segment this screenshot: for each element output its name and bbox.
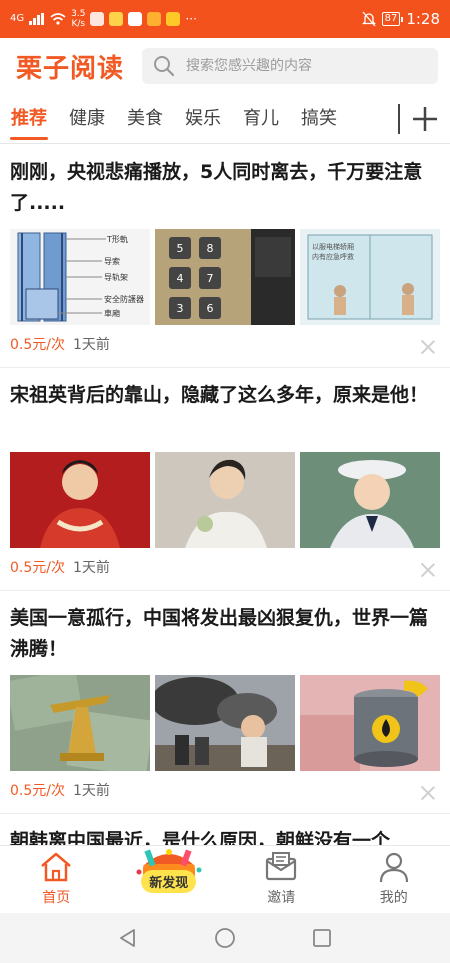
elevator-buttons-image: 5 8 4 7 3 6 bbox=[155, 229, 295, 325]
back-icon[interactable] bbox=[117, 927, 139, 949]
dismiss-icon[interactable] bbox=[420, 785, 436, 801]
publish-time: 1天前 bbox=[72, 783, 110, 799]
elevator-diagram-image: T形軌 导索 导轨架 安全防護器 車廂 bbox=[10, 229, 150, 325]
article-meta: 0.5元/次 1天前 bbox=[10, 548, 440, 586]
elevator-floor-button: 6 bbox=[207, 302, 214, 315]
status-bar: 4G 3.5 K/s ··· 87 1:28 bbox=[0, 0, 450, 38]
elevator-floor-button: 4 bbox=[177, 272, 184, 285]
elevator-floor-button: 5 bbox=[177, 242, 184, 255]
elevator-floor-button: 8 bbox=[207, 242, 214, 255]
reward-price: 0.5元/次 bbox=[10, 337, 65, 353]
tab-food[interactable]: 美食 bbox=[116, 94, 174, 144]
dismiss-icon[interactable] bbox=[420, 562, 436, 578]
nav-home[interactable]: 首页 bbox=[0, 846, 113, 913]
nav-discover[interactable]: 新发现 bbox=[113, 846, 226, 913]
tab-funny[interactable]: 搞笑 bbox=[290, 94, 348, 144]
home-icon bbox=[41, 852, 72, 882]
plus-icon bbox=[413, 107, 437, 131]
sketch-label: 以服电梯轿厢 bbox=[312, 242, 354, 251]
nav-invite-label: 邀请 bbox=[267, 890, 296, 906]
status-right: 87 1:28 bbox=[361, 10, 440, 28]
diagram-label: 导索 bbox=[104, 256, 120, 266]
article-card-partial[interactable]: 朝韩离中国最近，是什么原因，朝鲜没有一个 bbox=[0, 814, 450, 845]
signal-label: 4G bbox=[10, 13, 25, 24]
search-bar[interactable] bbox=[142, 48, 438, 84]
nav-home-label: 首页 bbox=[42, 890, 71, 906]
article-card[interactable]: 宋祖英背后的靠山，隐藏了这么多年，原来是他！ 0.5元/次 1天前 bbox=[0, 368, 450, 591]
money-oil-pump-image bbox=[10, 675, 150, 771]
wifi-icon bbox=[50, 13, 66, 25]
search-input[interactable] bbox=[186, 58, 428, 74]
reward-price: 0.5元/次 bbox=[10, 783, 65, 799]
tab-parenting[interactable]: 育儿 bbox=[232, 94, 290, 144]
article-title[interactable]: 宋祖英背后的靠山，隐藏了这么多年，原来是他！ bbox=[10, 368, 440, 452]
dismiss-icon[interactable] bbox=[420, 339, 436, 355]
profile-icon bbox=[379, 852, 408, 883]
article-meta: 0.5元/次 1天前 bbox=[10, 325, 440, 363]
diagram-label: 安全防護器 bbox=[104, 294, 144, 304]
bottom-navigation: 首页 新发现 邀请 我的 bbox=[0, 845, 450, 913]
article-thumbnails: T形軌 导索 导轨架 安全防護器 車廂 5 8 4 7 3 6 以服电梯轿厢 内… bbox=[10, 229, 440, 325]
article-feed: 刚刚，央视悲痛播放，5人同时离去，千万要注意了..... T形軌 导索 导轨架 … bbox=[0, 145, 450, 845]
mute-bell-icon bbox=[361, 11, 376, 27]
clock: 1:28 bbox=[406, 10, 440, 28]
net-speed: 3.5 K/s bbox=[71, 9, 85, 29]
elevator-floor-button: 3 bbox=[177, 302, 184, 315]
diagram-label: 車廂 bbox=[104, 308, 120, 318]
invite-envelope-icon bbox=[266, 852, 297, 881]
elevator-sketch-image: 以服电梯轿厢 内有应急呼救 bbox=[300, 229, 440, 325]
net-speed-value: 3.5 bbox=[71, 9, 86, 19]
notification-app-icon bbox=[128, 12, 143, 26]
tab-recommend[interactable]: 推荐 bbox=[0, 94, 58, 144]
diagram-label: T形軌 bbox=[106, 234, 128, 244]
search-icon bbox=[154, 56, 175, 77]
article-thumbnails bbox=[10, 452, 440, 548]
nav-mine-label: 我的 bbox=[379, 890, 408, 906]
oil-barrel-money-image bbox=[300, 675, 440, 771]
publish-time: 1天前 bbox=[72, 560, 110, 576]
war-scene-image bbox=[155, 675, 295, 771]
elevator-floor-button: 7 bbox=[207, 272, 214, 285]
portrait-photo-white-dress bbox=[155, 452, 295, 548]
status-left: 4G 3.5 K/s ··· bbox=[10, 9, 197, 29]
reward-price: 0.5元/次 bbox=[10, 560, 65, 576]
portrait-photo-uniform bbox=[300, 452, 440, 548]
article-title[interactable]: 刚刚，央视悲痛播放，5人同时离去，千万要注意了..... bbox=[10, 145, 440, 229]
notification-app-icon bbox=[166, 12, 181, 26]
article-thumbnails bbox=[10, 675, 440, 771]
category-tabs: 推荐 健康 美食 娱乐 育儿 搞笑 bbox=[0, 94, 450, 144]
signal-icon bbox=[29, 13, 45, 25]
home-circle-icon[interactable] bbox=[214, 927, 236, 949]
net-speed-unit: K/s bbox=[71, 19, 86, 29]
nav-invite[interactable]: 邀请 bbox=[225, 846, 338, 913]
recents-square-icon[interactable] bbox=[311, 927, 333, 949]
article-title[interactable]: 朝韩离中国最近，是什么原因，朝鲜没有一个 bbox=[10, 814, 440, 845]
more-notifications-icon: ··· bbox=[185, 12, 197, 26]
article-card[interactable]: 刚刚，央视悲痛播放，5人同时离去，千万要注意了..... T形軌 导索 导轨架 … bbox=[0, 145, 450, 368]
tab-entertainment[interactable]: 娱乐 bbox=[174, 94, 232, 144]
notification-app-icon bbox=[147, 12, 162, 26]
publish-time: 1天前 bbox=[72, 337, 110, 353]
battery-indicator: 87 bbox=[381, 12, 404, 26]
system-navigation-bar bbox=[0, 913, 450, 963]
sketch-label: 内有应急呼救 bbox=[312, 252, 354, 261]
app-logo: 栗子阅读 bbox=[16, 53, 125, 84]
article-title[interactable]: 美国一意孤行，中国将发出最凶狠复仇，世界一篇沸腾！ bbox=[10, 591, 440, 675]
diagram-label: 导轨架 bbox=[104, 272, 128, 282]
article-card[interactable]: 美国一意孤行，中国将发出最凶狠复仇，世界一篇沸腾！ 0.5元/次 1天前 bbox=[0, 591, 450, 814]
nav-discover-label: 新发现 bbox=[141, 870, 197, 893]
tab-health[interactable]: 健康 bbox=[58, 94, 116, 144]
notification-app-icon bbox=[109, 12, 124, 26]
app-header: 栗子阅读 bbox=[0, 38, 450, 94]
notification-app-icon bbox=[90, 12, 105, 26]
article-meta: 0.5元/次 1天前 bbox=[10, 771, 440, 809]
nav-mine[interactable]: 我的 bbox=[338, 846, 450, 913]
portrait-photo-red-dress bbox=[10, 452, 150, 548]
add-channel-button[interactable] bbox=[398, 104, 450, 134]
